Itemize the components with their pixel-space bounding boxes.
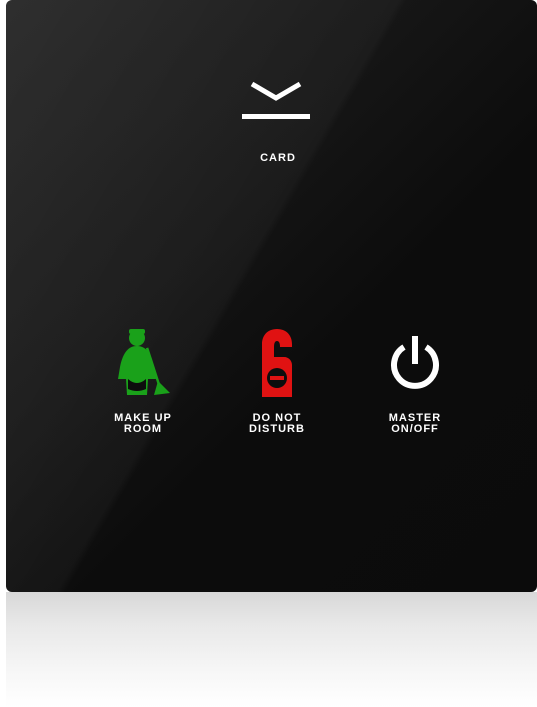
- card-label: CARD: [260, 152, 296, 164]
- do-not-disturb-label: DO NOT DISTURB: [249, 412, 305, 435]
- switch-panel-stage: CARD MAKE UP ROOM DO NOT DISTURB MASTER …: [0, 0, 537, 707]
- power-icon: [391, 336, 439, 389]
- maid-cleaning-icon: [118, 329, 170, 395]
- glass-switch-panel: CARD MAKE UP ROOM DO NOT DISTURB MASTER …: [6, 0, 537, 592]
- master-on-off-button[interactable]: MASTER ON/OFF: [370, 322, 460, 442]
- make-up-room-label: MAKE UP ROOM: [114, 412, 172, 435]
- master-on-off-label: MASTER ON/OFF: [388, 412, 442, 435]
- panel-reflection: [6, 592, 537, 707]
- make-up-room-button[interactable]: MAKE UP ROOM: [100, 322, 186, 442]
- card-slot-icon: [242, 81, 310, 119]
- door-hanger-icon: [262, 329, 292, 397]
- do-not-disturb-button[interactable]: DO NOT DISTURB: [232, 322, 322, 442]
